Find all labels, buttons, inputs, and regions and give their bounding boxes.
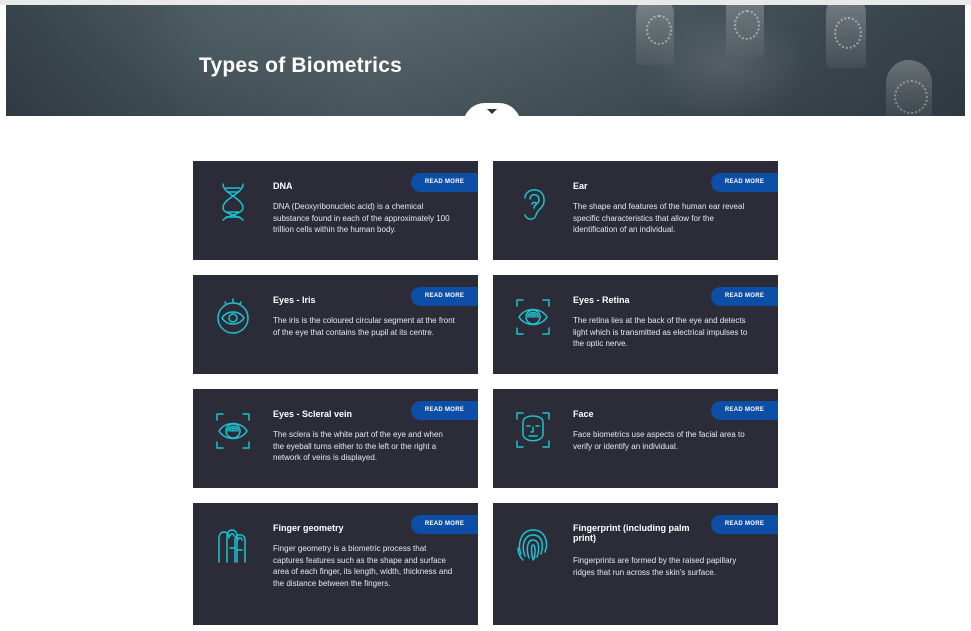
card-finger-geometry[interactable]: Finger geometry Finger geometry is a bio…: [193, 503, 478, 625]
card-title: Eyes - Scleral vein: [273, 409, 353, 419]
card-title: Eyes - Iris: [273, 295, 316, 305]
card-title: Finger geometry: [273, 523, 344, 533]
card-eyes-iris[interactable]: Eyes - Iris The iris is the coloured cir…: [193, 275, 478, 374]
read-more-button[interactable]: READ MORE: [411, 287, 478, 306]
card-description: Fingerprints are formed by the raised pa…: [573, 556, 737, 577]
read-more-button[interactable]: READ MORE: [711, 287, 778, 306]
card-description: The iris is the coloured circular segmen…: [273, 316, 455, 337]
card-ear[interactable]: Ear The shape and features of the human …: [493, 161, 778, 260]
card-description: Face biometrics use aspects of the facia…: [573, 430, 745, 451]
card-description: The retina lies at the back of the eye a…: [573, 316, 748, 348]
card-face[interactable]: Face Face biometrics use aspects of the …: [493, 389, 778, 488]
card-title: Fingerprint (including palm print): [573, 523, 690, 543]
fingerprint-icon: [517, 529, 548, 561]
card-title: DNA: [273, 181, 293, 191]
hero-overlay: [6, 5, 965, 116]
scleral-vein-icon: [216, 413, 250, 449]
read-more-button[interactable]: READ MORE: [711, 401, 778, 420]
read-more-button[interactable]: READ MORE: [411, 515, 478, 534]
chevron-down-icon[interactable]: [487, 109, 497, 114]
read-more-button[interactable]: READ MORE: [711, 515, 778, 534]
card-fingerprint[interactable]: Fingerprint (including palm print) Finge…: [493, 503, 778, 625]
card-title: Eyes - Retina: [573, 295, 630, 305]
card-description: The sclera is the white part of the eye …: [273, 430, 443, 462]
card-description: The shape and features of the human ear …: [573, 202, 745, 234]
card-title: Face: [573, 409, 594, 419]
ear-icon: [524, 189, 545, 220]
dna-icon: [222, 183, 244, 221]
card-description: Finger geometry is a biometric process t…: [273, 544, 453, 588]
read-more-button[interactable]: READ MORE: [411, 401, 478, 420]
card-eyes-retina[interactable]: Eyes - Retina The retina lies at the bac…: [493, 275, 778, 374]
page-title: Types of Biometrics: [199, 54, 402, 77]
card-eyes-scleral-vein[interactable]: Eyes - Scleral vein The sclera is the wh…: [193, 389, 478, 488]
iris-icon: [217, 298, 249, 334]
card-title: Ear: [573, 181, 588, 191]
retina-icon: [516, 299, 550, 335]
read-more-button[interactable]: READ MORE: [711, 173, 778, 192]
read-more-button[interactable]: READ MORE: [411, 173, 478, 192]
card-dna[interactable]: DNA DNA (Deoxyribonucleic acid) is a che…: [193, 161, 478, 260]
finger-geometry-icon: [218, 529, 246, 563]
face-icon: [516, 412, 550, 448]
card-description: DNA (Deoxyribonucleic acid) is a chemica…: [273, 202, 450, 234]
hero-banner: Types of Biometrics: [6, 5, 965, 116]
